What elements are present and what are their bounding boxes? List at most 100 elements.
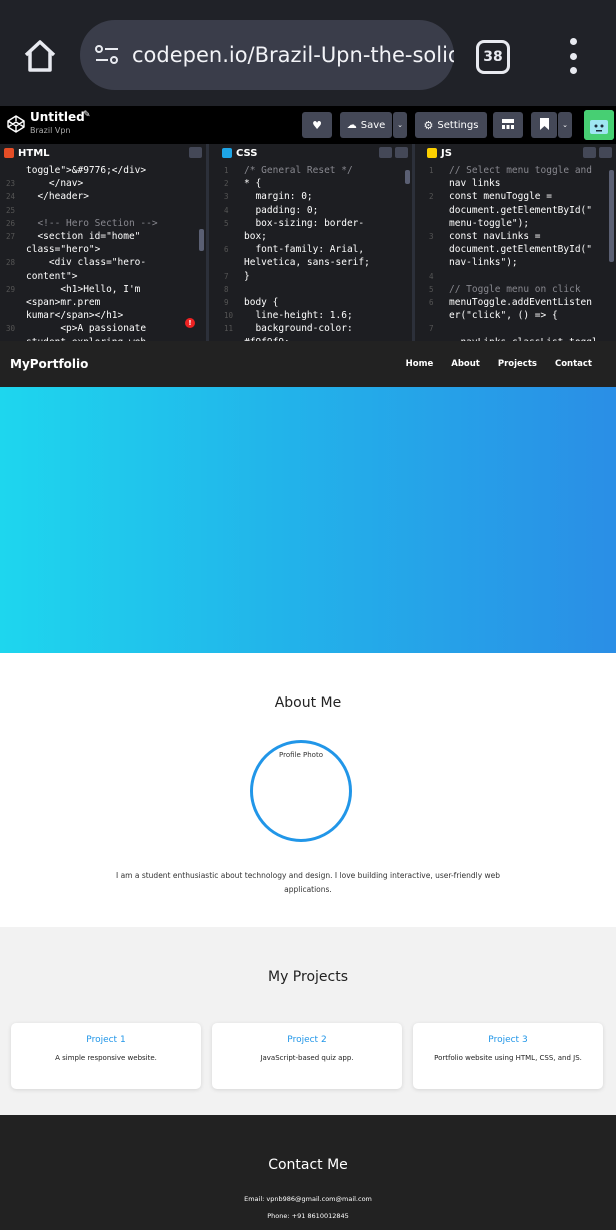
js-settings-icon[interactable]	[583, 147, 596, 158]
code-line[interactable]: 7}	[218, 270, 412, 283]
code-line[interactable]: 9 body {	[218, 296, 412, 309]
css-collapse-icon[interactable]	[395, 147, 408, 158]
js-collapse-icon[interactable]	[599, 147, 612, 158]
css-scrollbar[interactable]	[405, 170, 410, 184]
code-line[interactable]: nav links	[423, 177, 616, 190]
code-text[interactable]: box-sizing: border-	[244, 217, 364, 230]
code-text[interactable]: kumar</span></h1>	[26, 309, 123, 322]
js-code[interactable]: 1 // Select menu toggle and nav links 2 cons…	[423, 162, 616, 341]
code-line[interactable]: 2 * {	[218, 177, 412, 190]
code-line[interactable]: er("click", () => {	[423, 309, 616, 322]
site-settings-icon[interactable]	[94, 42, 120, 68]
code-line[interactable]: 4	[423, 270, 616, 283]
nav-link-projects[interactable]: Projects	[498, 359, 537, 369]
code-line[interactable]: document.getElementById("	[423, 243, 616, 256]
tab-count-button[interactable]: 38	[476, 40, 510, 74]
code-line[interactable]: 30 <p>A passionate	[0, 322, 206, 335]
code-text[interactable]: menuToggle.addEventListen	[449, 296, 592, 309]
code-text[interactable]: font-family: Arial,	[244, 243, 364, 256]
code-text[interactable]: <p>A passionate	[26, 322, 146, 335]
code-text[interactable]: // Toggle menu on click	[449, 283, 581, 296]
code-line[interactable]: 6 menuToggle.addEventListen	[423, 296, 616, 309]
settings-button[interactable]: ⚙ Settings	[415, 112, 487, 138]
nav-link-about[interactable]: About	[451, 359, 480, 369]
code-line[interactable]: 27 <section id="home"	[0, 230, 206, 243]
code-line[interactable]: 29 <h1>Hello, I'm	[0, 283, 206, 296]
code-line[interactable]: 26 <!-- Hero Section -->	[0, 217, 206, 230]
home-icon[interactable]	[22, 38, 58, 74]
edit-title-icon[interactable]: ✎	[83, 110, 91, 120]
code-text[interactable]: const navLinks =	[449, 230, 541, 243]
html-scrollbar[interactable]	[199, 229, 204, 251]
code-text[interactable]: padding: 0;	[244, 204, 318, 217]
code-line[interactable]: toggle">&#9776;</div>	[0, 164, 206, 177]
nav-link-contact[interactable]: Contact	[555, 359, 592, 369]
avatar[interactable]	[584, 110, 614, 140]
code-line[interactable]: content">	[0, 270, 206, 283]
code-text[interactable]: background-color:	[244, 322, 352, 335]
code-text[interactable]: <!-- Hero Section -->	[26, 217, 157, 230]
code-line[interactable]: 11 background-color:	[218, 322, 412, 335]
code-text[interactable]: </header>	[26, 190, 88, 203]
code-text[interactable]: // Select menu toggle and	[449, 164, 592, 177]
code-text[interactable]: document.getElementById("	[449, 243, 592, 256]
code-line[interactable]: 8	[218, 283, 412, 296]
code-text[interactable]: margin: 0;	[244, 190, 312, 203]
code-line[interactable]: 4 padding: 0;	[218, 204, 412, 217]
code-line[interactable]: <span>mr.prem	[0, 296, 206, 309]
code-line[interactable]: 28 <div class="hero-	[0, 256, 206, 269]
project-card[interactable]: Project 2 JavaScript-based quiz app.	[212, 1023, 402, 1089]
css-code[interactable]: 1/* General Reset */2 * {3 margin: 0; 4 pa…	[218, 162, 412, 341]
code-text[interactable]: nav-links");	[449, 256, 518, 269]
code-line[interactable]: menu-toggle");	[423, 217, 616, 230]
project-card[interactable]: Project 3 Portfolio website using HTML, …	[413, 1023, 603, 1089]
more-options-icon[interactable]	[566, 38, 580, 74]
code-line[interactable]: class="hero">	[0, 243, 206, 256]
js-scrollbar[interactable]	[609, 170, 614, 262]
code-line[interactable]: 7	[423, 322, 616, 335]
code-text[interactable]: }	[244, 270, 250, 283]
site-brand[interactable]: MyPortfolio	[10, 357, 88, 371]
css-settings-icon[interactable]	[379, 147, 392, 158]
code-text[interactable]: * {	[244, 177, 261, 190]
html-code[interactable]: toggle">&#9776;</div> 23 </nav> 24 </heade…	[0, 162, 206, 341]
bookmark-options-button[interactable]: ⌄	[558, 112, 572, 138]
code-text[interactable]: <section id="home"	[26, 230, 140, 243]
code-line[interactable]: 2 const menuToggle =	[423, 190, 616, 203]
code-line[interactable]: 1 // Select menu toggle and	[423, 164, 616, 177]
code-line[interactable]: kumar</span></h1>	[0, 309, 206, 322]
heart-button[interactable]: ♥	[302, 112, 332, 138]
code-line[interactable]: 3 const navLinks =	[423, 230, 616, 243]
code-line[interactable]: 3 margin: 0;	[218, 190, 412, 203]
css-editor[interactable]: CSS 1/* General Reset */2 * {3 margin: 0;…	[218, 144, 415, 341]
code-line[interactable]: 25	[0, 204, 206, 217]
pen-owner[interactable]: Brazil Vpn	[30, 126, 71, 135]
code-text[interactable]: er("click", () => {	[449, 309, 558, 322]
code-text[interactable]: document.getElementById("	[449, 204, 592, 217]
html-editor[interactable]: HTML toggle">&#9776;</div> 23 </nav> 24 </…	[0, 144, 209, 341]
save-button[interactable]: ☁ Save	[340, 112, 392, 138]
code-text[interactable]: class="hero">	[26, 243, 100, 256]
address-bar[interactable]: codepen.io/Brazil-Upn-the-solid/	[80, 20, 454, 90]
layout-button[interactable]	[493, 112, 523, 138]
codepen-logo-icon[interactable]	[6, 114, 26, 134]
code-text[interactable]: </nav>	[26, 177, 83, 190]
code-line[interactable]: box;	[218, 230, 412, 243]
code-text[interactable]: Helvetica, sans-serif;	[244, 256, 370, 269]
code-line[interactable]: 6 font-family: Arial,	[218, 243, 412, 256]
js-editor[interactable]: JS 1 // Select menu toggle and nav links 2 c…	[423, 144, 616, 341]
nav-link-home[interactable]: Home	[406, 359, 434, 369]
pen-title[interactable]: Untitled	[30, 110, 85, 124]
code-line[interactable]: document.getElementById("	[423, 204, 616, 217]
project-card[interactable]: Project 1 A simple responsive website.	[11, 1023, 201, 1089]
code-text[interactable]: /* General Reset */	[244, 164, 353, 177]
url-text[interactable]: codepen.io/Brazil-Upn-the-solid/	[132, 43, 454, 67]
html-settings-icon[interactable]	[189, 147, 202, 158]
error-icon[interactable]: !	[185, 318, 195, 328]
code-text[interactable]: menu-toggle");	[449, 217, 529, 230]
code-text[interactable]: body {	[244, 296, 278, 309]
code-text[interactable]: box;	[244, 230, 267, 243]
code-line[interactable]: 24 </header>	[0, 190, 206, 203]
code-text[interactable]: <span>mr.prem	[26, 296, 100, 309]
bookmark-button[interactable]	[531, 112, 557, 138]
